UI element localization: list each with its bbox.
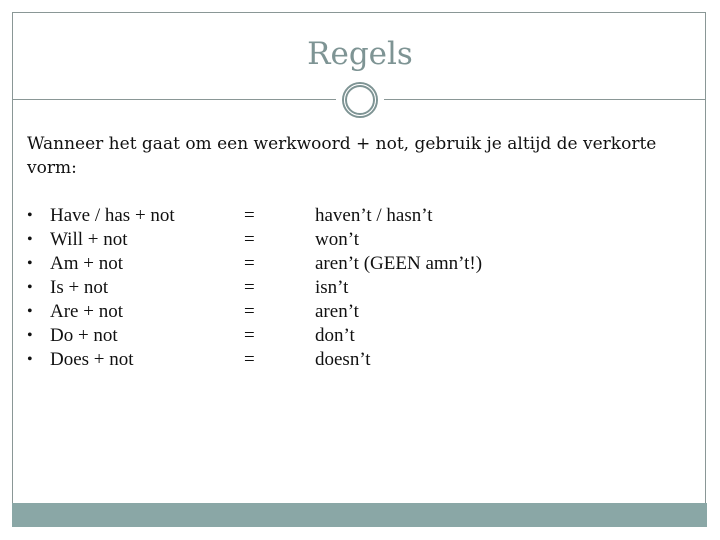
rule-row: • Are + not = aren’t bbox=[0, 300, 720, 324]
footer-bar bbox=[12, 503, 707, 527]
equals-sign: = bbox=[244, 229, 255, 250]
bullet-icon: • bbox=[27, 351, 33, 368]
rule-verb: Do + not bbox=[50, 325, 118, 346]
rule-verb: Does + not bbox=[50, 349, 134, 370]
rule-contraction: doesn’t bbox=[315, 349, 371, 370]
rule-contraction: aren’t bbox=[315, 301, 359, 322]
rule-row: • Will + not = won’t bbox=[0, 228, 720, 252]
equals-sign: = bbox=[244, 301, 255, 322]
equals-sign: = bbox=[244, 253, 255, 274]
bullet-icon: • bbox=[27, 231, 33, 248]
equals-sign: = bbox=[244, 277, 255, 298]
rule-contraction: won’t bbox=[315, 229, 359, 250]
equals-sign: = bbox=[244, 205, 255, 226]
rule-contraction: haven’t / hasn’t bbox=[315, 205, 433, 226]
title-divider-right bbox=[384, 99, 706, 100]
intro-paragraph: Wanneer het gaat om een werkwoord + not,… bbox=[27, 134, 657, 178]
rule-verb: Have / has + not bbox=[50, 205, 175, 226]
bullet-icon: • bbox=[27, 327, 33, 344]
rule-verb: Will + not bbox=[50, 229, 128, 250]
rule-verb: Is + not bbox=[50, 277, 109, 298]
equals-sign: = bbox=[244, 325, 255, 346]
rule-verb: Are + not bbox=[50, 301, 123, 322]
rule-verb: Am + not bbox=[50, 253, 123, 274]
rule-row: • Am + not = aren’t (GEEN amn’t!) bbox=[0, 252, 720, 276]
double-ring-circle-icon bbox=[342, 82, 378, 118]
rule-row: • Is + not = isn’t bbox=[0, 276, 720, 300]
bullet-icon: • bbox=[27, 255, 33, 272]
rule-contraction: isn’t bbox=[315, 277, 349, 298]
bullet-icon: • bbox=[27, 207, 33, 224]
rule-contraction: aren’t (GEEN amn’t!) bbox=[315, 253, 483, 274]
rule-row: • Have / has + not = haven’t / hasn’t bbox=[0, 204, 720, 228]
rule-contraction: don’t bbox=[315, 325, 355, 346]
title-divider-left bbox=[12, 99, 336, 100]
bullet-icon: • bbox=[27, 303, 33, 320]
bullet-icon: • bbox=[27, 279, 33, 296]
slide-title: Regels bbox=[307, 36, 413, 72]
rule-row: • Do + not = don’t bbox=[0, 324, 720, 348]
rule-row: • Does + not = doesn’t bbox=[0, 348, 720, 372]
equals-sign: = bbox=[244, 349, 255, 370]
